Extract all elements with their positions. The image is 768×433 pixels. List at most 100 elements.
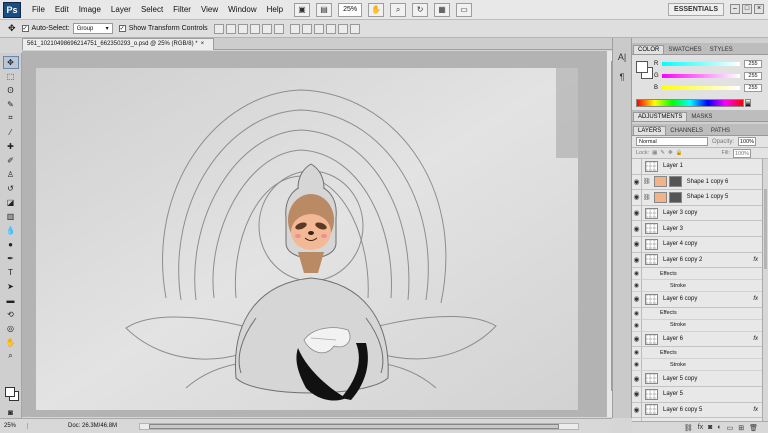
distribute-hcenter-icon[interactable] bbox=[337, 23, 348, 34]
brush-tool-icon[interactable]: ✐ bbox=[3, 154, 19, 167]
lock-move-icon[interactable]: ✥ bbox=[668, 150, 673, 156]
auto-select-dropdown[interactable]: Group ▾ bbox=[72, 23, 113, 34]
blend-mode-select[interactable]: Normal bbox=[636, 137, 708, 146]
align-top-icon[interactable] bbox=[213, 23, 224, 34]
eye-icon[interactable]: ◉ bbox=[632, 347, 642, 359]
layers-tab-channels[interactable]: CHANNELS bbox=[666, 127, 707, 135]
blue-channel-value[interactable]: 255 bbox=[744, 84, 762, 92]
eye-icon[interactable]: ◉ bbox=[632, 292, 642, 307]
eye-icon[interactable]: ◉ bbox=[632, 307, 642, 319]
zoom-level-select[interactable]: 25% bbox=[338, 2, 363, 17]
clone-stamp-tool-icon[interactable]: ♙ bbox=[3, 168, 19, 181]
rotate-view-icon[interactable]: ↻ bbox=[412, 2, 429, 17]
canvas-horizontal-scrollbar[interactable] bbox=[139, 422, 580, 430]
document-tab[interactable]: 561_1021049869621475​1_662350293_o.psd @… bbox=[22, 38, 214, 50]
screen-mode-icon[interactable]: ▭ bbox=[456, 2, 473, 17]
menu-edit[interactable]: Edit bbox=[50, 0, 74, 20]
align-bottom-icon[interactable] bbox=[237, 23, 248, 34]
hand-tool-icon[interactable]: ✋ bbox=[3, 336, 19, 349]
eye-icon[interactable] bbox=[632, 159, 642, 174]
menu-file[interactable]: File bbox=[27, 0, 50, 20]
eraser-tool-icon[interactable]: ◪ bbox=[3, 196, 19, 209]
eye-icon[interactable]: ◉ bbox=[632, 319, 642, 331]
color-tab-color[interactable]: COLOR bbox=[633, 45, 665, 54]
effects-row[interactable]: ◉ Effects bbox=[632, 268, 762, 281]
arrange-documents-icon[interactable]: ▦ bbox=[434, 2, 451, 17]
layers-tab-layers[interactable]: LAYERS bbox=[633, 126, 667, 135]
opacity-field[interactable]: 100% bbox=[738, 137, 757, 146]
stroke-effect-row[interactable]: ◉ Stroke bbox=[632, 319, 762, 332]
pen-tool-icon[interactable]: ✒ bbox=[3, 252, 19, 265]
fx-badge[interactable]: fx bbox=[753, 336, 758, 342]
blur-tool-icon[interactable]: 💧 bbox=[3, 224, 19, 237]
bridge-icon[interactable]: ▣ bbox=[294, 2, 311, 17]
menu-window[interactable]: Window bbox=[223, 0, 261, 20]
layer-row[interactable]: ◉ Layer 6 copy 2 fx bbox=[632, 252, 762, 269]
layer-row[interactable]: ◉ Layer 5 copy bbox=[632, 371, 762, 387]
zoom-tool-icon[interactable]: ⌕ bbox=[3, 350, 19, 363]
quick-selection-tool-icon[interactable]: ✎ bbox=[3, 98, 19, 111]
distribute-right-icon[interactable] bbox=[349, 23, 360, 34]
lock-paint-icon[interactable]: ✎ bbox=[660, 150, 665, 156]
foreground-color-swatch[interactable] bbox=[5, 387, 15, 397]
canvas-area[interactable] bbox=[22, 51, 612, 417]
scroll-thumb[interactable] bbox=[149, 423, 560, 429]
eye-icon[interactable]: ◉ bbox=[632, 190, 642, 205]
distribute-left-icon[interactable] bbox=[325, 23, 336, 34]
effects-row[interactable]: ◉ Effects bbox=[632, 307, 762, 320]
eye-icon[interactable]: ◉ bbox=[632, 280, 642, 292]
gradient-tool-icon[interactable]: ▥ bbox=[3, 210, 19, 223]
status-zoom[interactable]: 25% bbox=[0, 423, 28, 429]
menu-image[interactable]: Image bbox=[74, 0, 106, 20]
layer-row[interactable]: ◉ ⛓ Shape 1 copy 5 bbox=[632, 190, 762, 206]
history-brush-tool-icon[interactable]: ↺ bbox=[3, 182, 19, 195]
eye-icon[interactable]: ◉ bbox=[632, 359, 642, 371]
layer-row[interactable]: ◉ Layer 3 copy bbox=[632, 205, 762, 222]
foreground-color-swatch[interactable] bbox=[636, 61, 648, 73]
eye-icon[interactable]: ◉ bbox=[632, 402, 642, 418]
menu-layer[interactable]: Layer bbox=[106, 0, 136, 20]
maximize-button[interactable]: □ bbox=[742, 4, 752, 14]
add-style-icon[interactable]: fx bbox=[698, 424, 703, 431]
layers-tab-paths[interactable]: PATHS bbox=[707, 127, 734, 135]
layer-row[interactable]: Layer 1 bbox=[632, 159, 762, 175]
eye-icon[interactable]: ◉ bbox=[632, 236, 642, 252]
color-spectrum-bar[interactable] bbox=[636, 99, 744, 107]
move-tool-icon[interactable]: ✥ bbox=[2, 55, 19, 69]
eye-icon[interactable]: ◉ bbox=[632, 252, 642, 268]
view-extras-icon[interactable]: ▤ bbox=[316, 2, 333, 17]
align-hcenter-icon[interactable] bbox=[261, 23, 272, 34]
close-tab-icon[interactable]: × bbox=[201, 41, 205, 47]
layer-row[interactable]: ◉ Layer 6 copy 5 fx bbox=[632, 402, 762, 419]
distribute-top-icon[interactable] bbox=[289, 23, 300, 34]
character-panel-icon[interactable]: A| bbox=[615, 50, 629, 64]
zoom-tool-icon[interactable]: ⌕ bbox=[390, 2, 407, 17]
hand-tool-icon[interactable]: ✋ bbox=[368, 2, 385, 17]
scroll-thumb[interactable] bbox=[764, 189, 767, 269]
3d-orbit-tool-icon[interactable]: ◎ bbox=[3, 322, 19, 335]
eye-icon[interactable]: ◉ bbox=[632, 221, 642, 236]
fill-field[interactable]: 100% bbox=[733, 148, 751, 158]
trash-icon[interactable]: 🗑 bbox=[749, 424, 758, 432]
auto-select-checkbox[interactable]: ✓ bbox=[21, 25, 29, 32]
artboard[interactable] bbox=[36, 68, 578, 410]
workspace-switcher[interactable]: ESSENTIALS bbox=[668, 3, 724, 16]
fx-badge[interactable]: fx bbox=[753, 407, 758, 413]
menu-select[interactable]: Select bbox=[136, 0, 168, 20]
adjust-tab-masks[interactable]: MASKS bbox=[687, 113, 716, 121]
new-group-icon[interactable]: ▭ bbox=[727, 424, 734, 432]
menu-view[interactable]: View bbox=[196, 0, 223, 20]
link-layers-icon[interactable]: ⛓ bbox=[684, 424, 693, 432]
path-selection-tool-icon[interactable]: ➤ bbox=[3, 280, 19, 293]
transform-controls-checkbox[interactable]: ✓ bbox=[118, 25, 126, 32]
lock-transparency-icon[interactable]: ▦ bbox=[652, 150, 657, 156]
stroke-effect-row[interactable]: ◉ Stroke bbox=[632, 359, 762, 372]
color-tab-styles[interactable]: STYLES bbox=[706, 46, 737, 54]
quick-mask-icon[interactable]: ◙ bbox=[3, 406, 19, 419]
align-vcenter-icon[interactable] bbox=[225, 23, 236, 34]
distribute-bottom-icon[interactable] bbox=[313, 23, 324, 34]
eye-icon[interactable]: ◉ bbox=[632, 205, 642, 221]
3d-rotate-tool-icon[interactable]: ⟲ bbox=[3, 308, 19, 321]
fx-badge[interactable]: fx bbox=[753, 257, 758, 263]
green-channel-value[interactable]: 255 bbox=[744, 72, 762, 80]
